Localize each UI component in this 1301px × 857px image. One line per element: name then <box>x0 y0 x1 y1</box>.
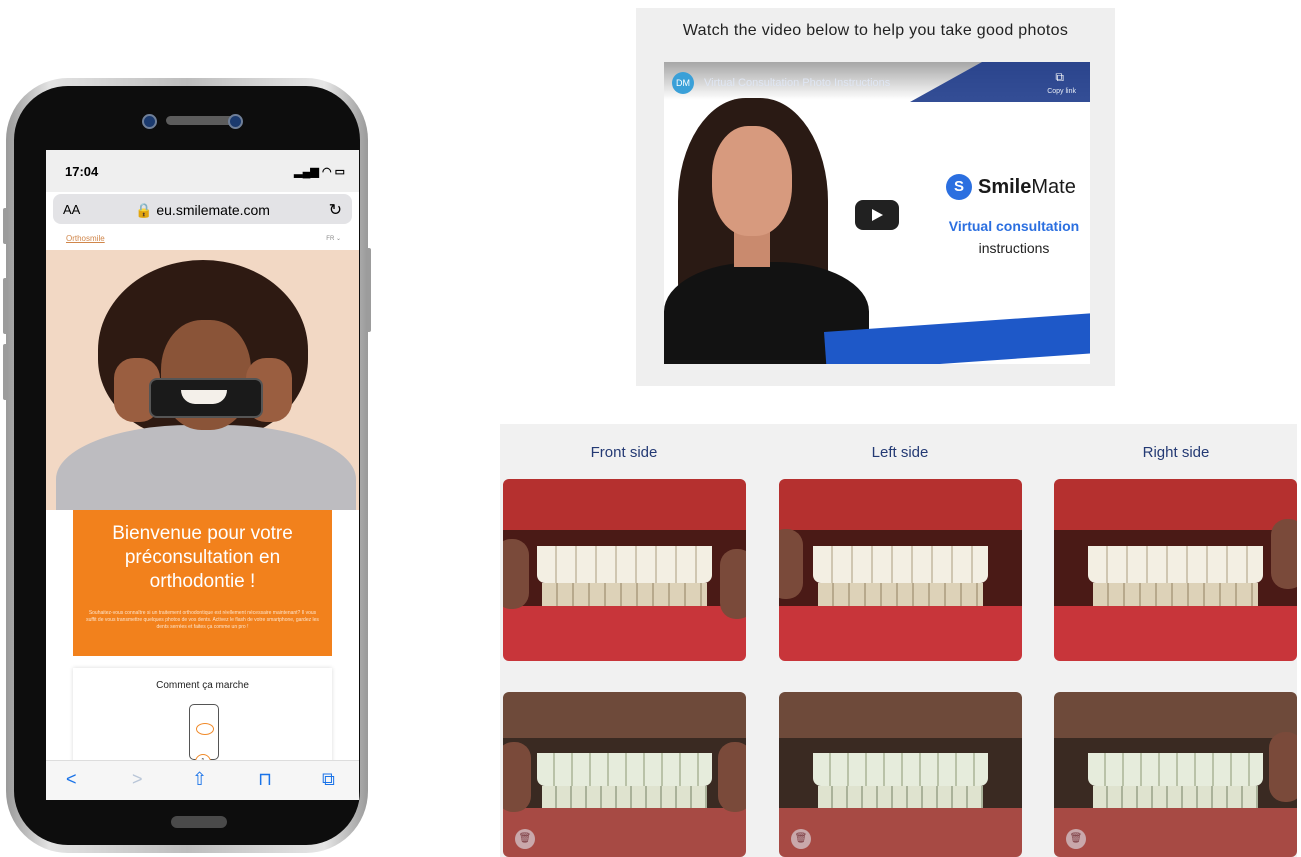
earpiece-speaker <box>166 116 236 125</box>
phone-lips-icon <box>189 704 219 760</box>
lock-icon: 🔒 <box>135 202 153 218</box>
column-label-right: Right side <box>1142 444 1210 461</box>
photo-front-2[interactable]: 🗑 <box>503 692 746 857</box>
hero-image <box>46 250 359 510</box>
language-select[interactable]: FR ⌄ <box>326 235 341 242</box>
smilemate-wordmark: SmileMate <box>978 176 1076 198</box>
safari-toolbar: < > ⇧ ⊓ ⧉ <box>46 760 359 800</box>
play-button[interactable] <box>855 200 899 230</box>
home-indicator <box>171 816 227 828</box>
tabs-icon[interactable]: ⧉ <box>322 769 335 790</box>
column-label-left: Left side <box>871 444 929 461</box>
welcome-card: Bienvenue pour votre préconsultation en … <box>73 510 332 656</box>
mute-switch <box>3 208 8 244</box>
phone-mockup: 17:04 ▂▄▆ ◠ ▭ AA 🔒 eu.smilemate.com ↻ Or… <box>3 78 371 853</box>
delete-photo-left-icon[interactable]: 🗑 <box>791 829 811 849</box>
front-camera <box>142 114 157 129</box>
hero-shirt-shape <box>56 425 356 510</box>
site-logo[interactable]: Orthosmile <box>66 234 105 243</box>
how-it-works-title: Comment ça marche <box>156 680 249 691</box>
status-bar: 17:04 ▂▄▆ ◠ ▭ <box>46 150 359 192</box>
photo-left-2[interactable]: 🗑 <box>779 692 1022 857</box>
sensor <box>228 114 243 129</box>
video-title[interactable]: Virtual Consultation Photo Instructions <box>704 77 890 89</box>
volume-up-button <box>3 278 8 334</box>
copy-link-icon[interactable]: ⧉ <box>1055 70 1064 85</box>
virtual-consultation-label: Virtual consultation <box>948 218 1080 234</box>
delete-photo-right-icon[interactable]: 🗑 <box>1066 829 1086 849</box>
copy-link-label[interactable]: Copy link <box>1047 88 1076 95</box>
hero-smile <box>181 390 227 404</box>
video-caption: Watch the video below to help you take g… <box>682 22 1069 39</box>
photo-right-2[interactable]: 🗑 <box>1054 692 1297 857</box>
instructions-label: instructions <box>978 240 1050 256</box>
status-time: 17:04 <box>65 164 99 179</box>
welcome-body: Souhaitez-vous connaître si un traitemen… <box>86 610 319 630</box>
address-bar[interactable]: AA 🔒 eu.smilemate.com ↻ <box>53 194 352 224</box>
photo-front-1[interactable] <box>503 479 746 661</box>
bookmarks-icon[interactable]: ⊓ <box>258 769 272 790</box>
photo-right-1[interactable] <box>1054 479 1297 661</box>
photo-grid: Front side Left side Right side 🗑 🗑 🗑 <box>500 424 1297 857</box>
delete-photo-front-icon[interactable]: 🗑 <box>515 829 535 849</box>
presenter-face <box>712 126 792 236</box>
smilemate-logo-icon: S <box>946 174 972 200</box>
phone-screen: 17:04 ▂▄▆ ◠ ▭ AA 🔒 eu.smilemate.com ↻ Or… <box>46 150 359 800</box>
welcome-title: Bienvenue pour votre préconsultation en … <box>112 523 293 592</box>
url-text: 🔒 eu.smilemate.com <box>53 202 352 219</box>
forward-icon[interactable]: > <box>132 769 143 790</box>
phone-body: 17:04 ▂▄▆ ◠ ▭ AA 🔒 eu.smilemate.com ↻ Or… <box>14 86 360 845</box>
column-label-front: Front side <box>590 444 658 461</box>
power-button <box>366 248 371 332</box>
site-header: Orthosmile FR ⌄ <box>46 230 359 251</box>
hero-held-phone <box>149 378 263 418</box>
url-label: eu.smilemate.com <box>156 202 270 218</box>
share-icon[interactable]: ⇧ <box>192 769 207 790</box>
channel-avatar[interactable]: DM <box>672 72 694 94</box>
youtube-video-player[interactable]: DM Virtual Consultation Photo Instructio… <box>664 62 1090 364</box>
video-panel: Watch the video below to help you take g… <box>636 8 1115 386</box>
signal-wifi-battery-icon: ▂▄▆ ◠ ▭ <box>294 166 345 178</box>
volume-down-button <box>3 344 8 400</box>
back-icon[interactable]: < <box>66 769 77 790</box>
photo-left-1[interactable] <box>779 479 1022 661</box>
reload-icon[interactable]: ↻ <box>329 200 342 220</box>
